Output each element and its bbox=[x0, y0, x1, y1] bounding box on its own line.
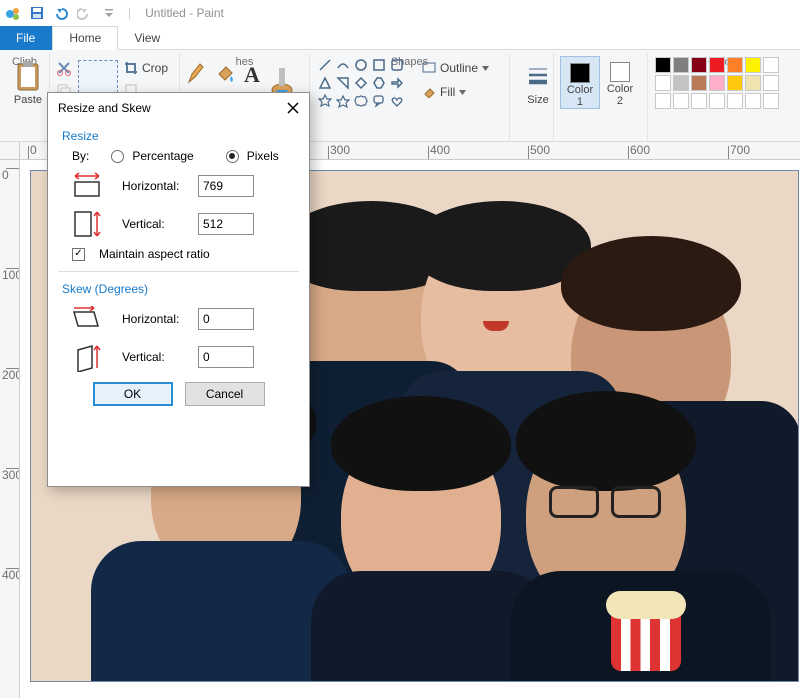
app-icon bbox=[4, 4, 22, 22]
resize-vertical-label: Vertical: bbox=[122, 217, 198, 231]
palette-cell[interactable] bbox=[727, 93, 743, 109]
color1-swatch bbox=[570, 63, 590, 83]
ribbon-tabs: File Home View bbox=[0, 26, 800, 50]
palette-cell[interactable] bbox=[763, 57, 779, 73]
palette-cell[interactable] bbox=[745, 75, 761, 91]
cut-icon[interactable] bbox=[56, 60, 72, 79]
pencil-icon[interactable] bbox=[186, 62, 206, 89]
radio-pixels[interactable] bbox=[226, 150, 239, 163]
size-button[interactable]: Size bbox=[516, 56, 560, 106]
skew-horizontal-label: Horizontal: bbox=[122, 312, 198, 326]
palette-cell[interactable] bbox=[709, 75, 725, 91]
palette-cell[interactable] bbox=[727, 57, 743, 73]
palette-cell[interactable] bbox=[745, 57, 761, 73]
skew-vertical-input[interactable] bbox=[198, 346, 254, 368]
palette-cell[interactable] bbox=[709, 57, 725, 73]
shape-fill-button[interactable]: Fill bbox=[422, 82, 489, 102]
skew-horizontal-input[interactable] bbox=[198, 308, 254, 330]
ruler-corner bbox=[0, 142, 20, 160]
shapes-gallery[interactable] bbox=[316, 56, 416, 110]
color1-button[interactable]: Color 1 bbox=[560, 56, 600, 109]
palette-cell[interactable] bbox=[655, 57, 671, 73]
paste-button[interactable]: Paste bbox=[6, 56, 50, 106]
qat-dropdown-icon[interactable] bbox=[100, 4, 118, 22]
save-icon[interactable] bbox=[28, 4, 46, 22]
palette-cell[interactable] bbox=[763, 93, 779, 109]
separator: | bbox=[128, 6, 131, 20]
close-icon bbox=[287, 102, 299, 114]
resize-section-label: Resize bbox=[62, 129, 309, 143]
palette-cell[interactable] bbox=[655, 93, 671, 109]
undo-icon[interactable] bbox=[52, 4, 70, 22]
tab-home[interactable]: Home bbox=[52, 26, 118, 50]
palette-cell[interactable] bbox=[745, 93, 761, 109]
skew-vertical-icon bbox=[70, 342, 104, 372]
ok-button[interactable]: OK bbox=[93, 382, 173, 406]
maintain-aspect-label[interactable]: Maintain aspect ratio bbox=[99, 247, 210, 261]
resize-skew-dialog: Resize and Skew Resize By: Percentage Pi… bbox=[47, 92, 310, 487]
skew-horizontal-icon bbox=[70, 304, 104, 334]
palette-cell[interactable] bbox=[673, 75, 689, 91]
cancel-button[interactable]: Cancel bbox=[185, 382, 265, 406]
close-button[interactable] bbox=[283, 98, 303, 118]
color2-swatch bbox=[610, 62, 630, 82]
vertical-ruler: 0 100 200 300 400 bbox=[0, 160, 20, 698]
resize-horizontal-label: Horizontal: bbox=[122, 179, 198, 193]
shape-outline-button[interactable]: Outline bbox=[422, 58, 489, 78]
palette-cell[interactable] bbox=[691, 57, 707, 73]
palette-cell[interactable] bbox=[727, 75, 743, 91]
redo-icon[interactable] bbox=[76, 4, 94, 22]
title-bar: | Untitled - Paint bbox=[0, 0, 800, 26]
window-title: Untitled - Paint bbox=[145, 6, 224, 20]
palette-cell[interactable] bbox=[673, 57, 689, 73]
palette-cell[interactable] bbox=[691, 93, 707, 109]
by-label: By: bbox=[72, 149, 89, 163]
skew-vertical-label: Vertical: bbox=[122, 350, 198, 364]
tab-view[interactable]: View bbox=[118, 26, 177, 50]
resize-vertical-input[interactable] bbox=[198, 213, 254, 235]
size-icon bbox=[522, 58, 554, 94]
resize-horizontal-icon bbox=[70, 171, 104, 201]
pixels-label[interactable]: Pixels bbox=[247, 149, 279, 163]
palette-cell[interactable] bbox=[691, 75, 707, 91]
crop-button[interactable]: Crop bbox=[124, 58, 168, 78]
tab-file[interactable]: File bbox=[0, 26, 52, 50]
maintain-aspect-checkbox[interactable] bbox=[72, 248, 85, 261]
fill-icon[interactable] bbox=[214, 62, 236, 87]
text-icon[interactable]: A bbox=[244, 62, 260, 88]
dialog-title: Resize and Skew bbox=[58, 101, 151, 115]
percentage-label[interactable]: Percentage bbox=[132, 149, 193, 163]
resize-horizontal-input[interactable] bbox=[198, 175, 254, 197]
palette-cell[interactable] bbox=[709, 93, 725, 109]
palette-cell[interactable] bbox=[655, 75, 671, 91]
clipboard-icon bbox=[12, 58, 44, 94]
skew-section-label: Skew (Degrees) bbox=[62, 282, 309, 296]
resize-vertical-icon bbox=[70, 209, 104, 239]
color2-button[interactable]: Color 2 bbox=[600, 56, 640, 109]
palette-cell[interactable] bbox=[673, 93, 689, 109]
radio-percentage[interactable] bbox=[111, 150, 124, 163]
palette-cell[interactable] bbox=[763, 75, 779, 91]
